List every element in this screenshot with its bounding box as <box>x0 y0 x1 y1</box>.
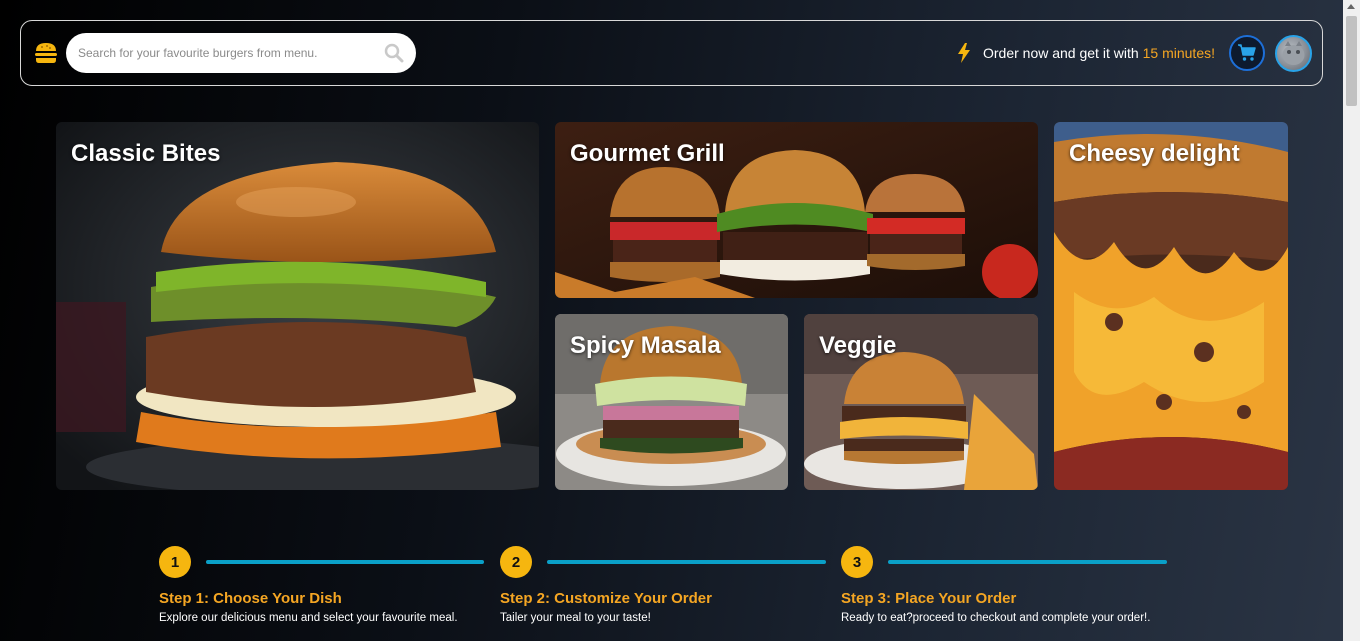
promo-text: Order now and get it with <box>982 45 1139 61</box>
step-number: 3 <box>841 546 873 578</box>
step-title: Step 3: Place Your Order <box>841 590 1017 607</box>
scroll-up-icon[interactable] <box>1347 4 1355 9</box>
step-description: Tailer your meal to your taste! <box>500 612 651 624</box>
delivery-promo: Order now and get it with 15 minutes! <box>955 42 1215 64</box>
step-1: 1 Step 1: Choose Your Dish Explore our d… <box>159 546 484 624</box>
promo-highlight: 15 minutes! <box>1142 45 1215 61</box>
step-2: 2 Step 2: Customize Your Order Tailer yo… <box>500 546 826 624</box>
burger-image <box>56 122 539 490</box>
vertical-scrollbar[interactable] <box>1343 0 1360 641</box>
burger-image <box>1054 122 1288 490</box>
category-card-veggie[interactable]: Veggie <box>804 314 1038 490</box>
step-description: Explore our delicious menu and select yo… <box>159 612 458 624</box>
burger-icon[interactable] <box>33 41 59 65</box>
top-navbar: Order now and get it with 15 minutes! <box>20 20 1323 86</box>
search-bar <box>66 33 416 73</box>
step-title: Step 2: Customize Your Order <box>500 590 712 607</box>
category-card-spicy-masala[interactable]: Spicy Masala <box>555 314 788 490</box>
category-card-classic-bites[interactable]: Classic Bites <box>56 122 539 490</box>
category-card-cheesy-delight[interactable]: Cheesy delight <box>1054 122 1288 490</box>
step-progress-line <box>206 560 484 564</box>
step-progress-line <box>888 560 1167 564</box>
category-title: Veggie <box>819 332 897 359</box>
bolt-icon <box>957 43 970 63</box>
scrollbar-thumb[interactable] <box>1346 16 1357 106</box>
search-input[interactable] <box>78 46 382 60</box>
cart-icon <box>1238 44 1256 61</box>
category-title: Gourmet Grill <box>570 140 725 167</box>
step-title: Step 1: Choose Your Dish <box>159 590 342 607</box>
step-number: 2 <box>500 546 532 578</box>
step-progress-line <box>547 560 826 564</box>
search-icon[interactable] <box>382 41 406 65</box>
category-title: Spicy Masala <box>570 332 721 359</box>
user-avatar[interactable] <box>1275 34 1312 72</box>
step-description: Ready to eat?proceed to checkout and com… <box>841 612 1151 624</box>
category-title: Cheesy delight <box>1069 140 1240 167</box>
cart-button[interactable] <box>1229 35 1265 71</box>
category-card-gourmet-grill[interactable]: Gourmet Grill <box>555 122 1038 298</box>
step-number: 1 <box>159 546 191 578</box>
category-title: Classic Bites <box>71 140 221 167</box>
step-3: 3 Step 3: Place Your Order Ready to eat?… <box>841 546 1167 624</box>
